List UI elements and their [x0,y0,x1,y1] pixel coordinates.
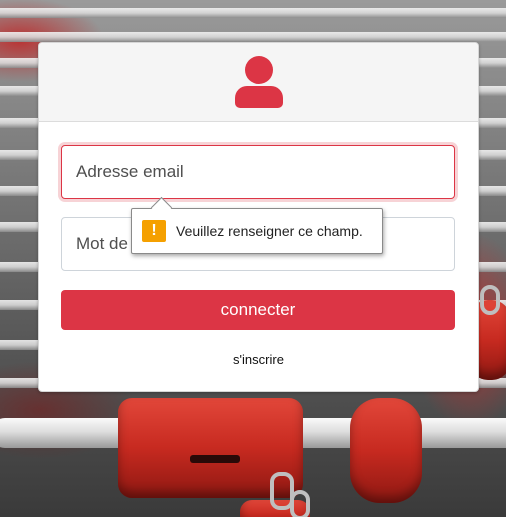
user-icon-head [245,56,273,84]
signup-link[interactable]: s'inscrire [39,352,478,367]
background-chain-link [290,490,310,517]
background-red-connector [350,398,422,503]
warning-icon: ! [142,220,166,242]
background-chain-link [480,285,500,315]
login-button[interactable]: connecter [61,290,455,330]
validation-message: Veuillez renseigner ce champ. [176,223,363,239]
background-cart-bar [0,32,506,42]
validation-tooltip: ! Veuillez renseigner ce champ. [131,196,383,254]
background-clip-slot [190,455,240,463]
email-field[interactable] [61,145,455,199]
background-cart-bar [0,8,506,18]
user-icon-body [235,86,283,108]
user-icon [235,56,283,108]
login-card-header [39,43,478,122]
